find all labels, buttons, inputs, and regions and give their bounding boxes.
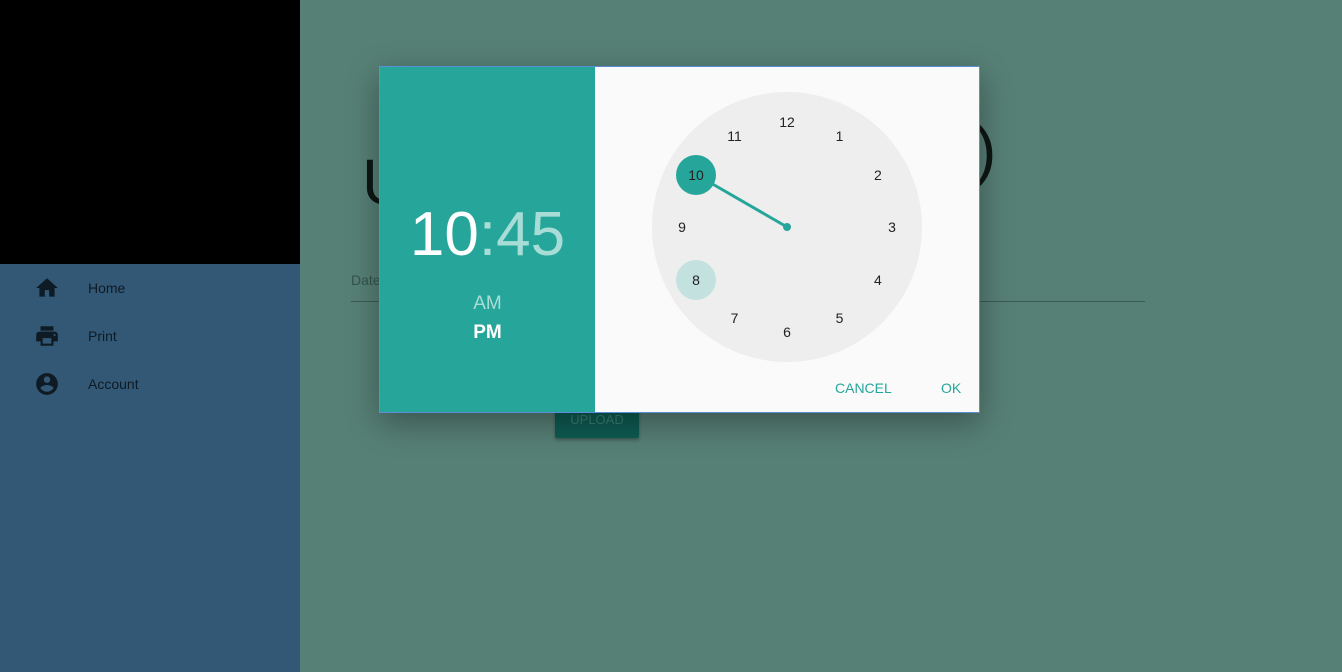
sidebar-item-label: Account: [88, 376, 139, 392]
clock-number-8[interactable]: 8: [676, 259, 717, 300]
account-circle-icon: [34, 371, 60, 397]
ok-button[interactable]: OK: [933, 374, 969, 402]
sidebar-item-home[interactable]: Home: [0, 266, 300, 310]
clock-number-5[interactable]: 5: [820, 298, 860, 338]
sidebar-nav: Home Print Account: [0, 264, 300, 672]
minutes-display[interactable]: 45: [496, 200, 565, 269]
clock-number-4[interactable]: 4: [858, 260, 898, 300]
hours-display[interactable]: 10: [410, 200, 479, 269]
pm-toggle[interactable]: PM: [380, 322, 595, 344]
clock-number-11[interactable]: 11: [715, 116, 755, 156]
clock-number-12[interactable]: 12: [767, 102, 807, 142]
clock-number-7[interactable]: 7: [715, 298, 755, 338]
clock-dial[interactable]: 12 1 2 3 4 5 6 7 8 9 10 11: [652, 92, 922, 362]
clock-number-10[interactable]: 10: [676, 154, 717, 195]
sidebar-item-label: Print: [88, 328, 117, 344]
time-picker-dialog: 10:45 AM PM 12 1 2 3 4 5 6 7 8 9 10 11 CANCEL OK: [379, 66, 980, 413]
time-display: 10:45: [380, 204, 595, 266]
time-picker-body: 12 1 2 3 4 5 6 7 8 9 10 11 CANCEL OK: [595, 67, 979, 412]
am-toggle[interactable]: AM: [380, 293, 595, 315]
clock-hand-line: [712, 183, 788, 229]
clock-number-1[interactable]: 1: [820, 116, 860, 156]
home-icon: [34, 275, 60, 301]
sidebar-item-label: Home: [88, 280, 126, 296]
clock-number-9[interactable]: 9: [662, 207, 702, 247]
sidebar-item-account[interactable]: Account: [0, 362, 300, 406]
clock-number-6[interactable]: 6: [767, 312, 807, 352]
clock-number-2[interactable]: 2: [858, 155, 898, 195]
clock-number-3[interactable]: 3: [872, 207, 912, 247]
cancel-button[interactable]: CANCEL: [827, 374, 900, 402]
time-picker-header: 10:45 AM PM: [380, 67, 595, 412]
clock-center-dot: [783, 223, 791, 231]
sidebar-header: [0, 0, 300, 264]
sidebar-item-print[interactable]: Print: [0, 314, 300, 358]
dialog-actions: CANCEL OK: [595, 367, 979, 412]
date-field-label: Date: [351, 272, 381, 288]
time-separator: :: [478, 200, 497, 269]
printer-icon: [34, 323, 60, 349]
